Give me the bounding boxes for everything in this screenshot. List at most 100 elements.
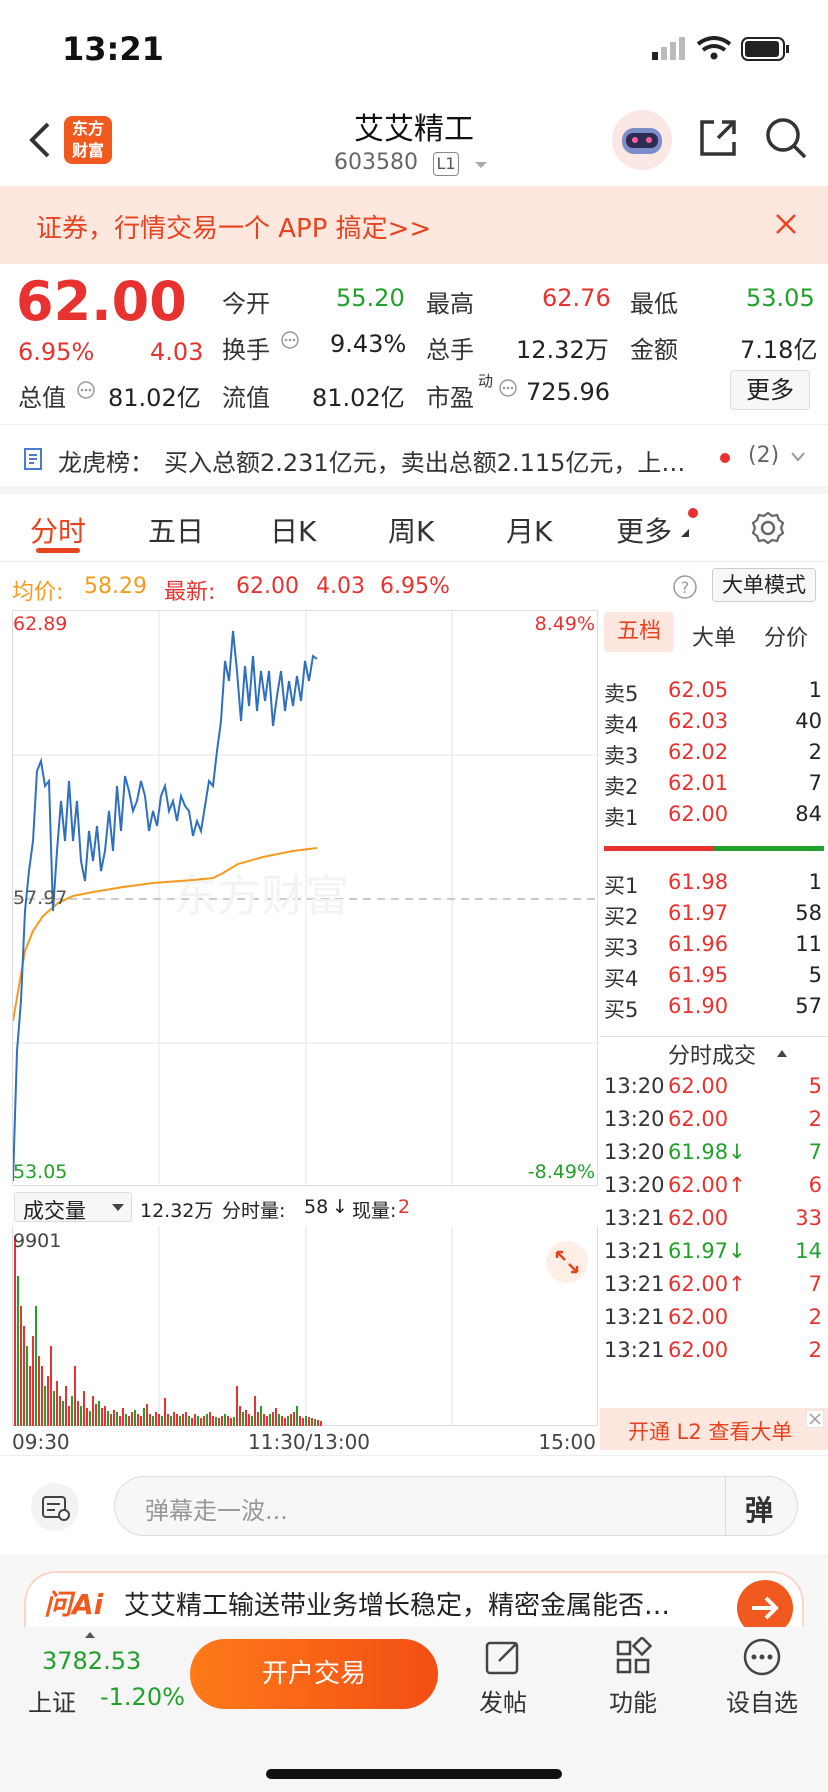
volume-bar [248, 1414, 250, 1426]
quote-panel: 62.00 6.95% 4.03 总值 81.02亿 今开 55.20 最高 6… [0, 264, 828, 424]
barrage-settings-icon[interactable] [30, 1482, 80, 1532]
volume-bar [254, 1396, 256, 1426]
volume-bar [317, 1420, 319, 1426]
help-icon[interactable]: ? [672, 574, 698, 600]
close-icon[interactable] [806, 1410, 824, 1428]
gear-icon[interactable] [750, 510, 786, 546]
chevron-down-icon[interactable] [474, 160, 488, 170]
l2-promo[interactable]: 开通 L2 查看大单 [600, 1408, 828, 1450]
volume-bar [197, 1416, 199, 1426]
float-cap: 81.02亿 [312, 384, 405, 412]
svg-text:?: ? [681, 578, 690, 597]
volume-bar [89, 1411, 91, 1426]
volume-bar [218, 1418, 220, 1426]
volume-bar [269, 1414, 271, 1426]
tab-price-split[interactable]: 分价 [764, 620, 808, 652]
bid-volume: 5 [808, 963, 822, 987]
index-pct[interactable]: -1.20% [100, 1683, 185, 1711]
volume-bar [224, 1414, 226, 1426]
add-watchlist-button[interactable]: 设自选 [722, 1637, 802, 1718]
volume-bar [149, 1414, 151, 1426]
tab-month-k[interactable]: 月K [506, 510, 552, 550]
volume-bar [47, 1376, 49, 1426]
info-icon[interactable] [498, 378, 518, 398]
more-button[interactable]: 更多 [730, 370, 810, 410]
tab-week-k[interactable]: 周K [388, 510, 434, 550]
volume-bar [164, 1398, 166, 1426]
divider [600, 1036, 828, 1037]
volume-bar [242, 1412, 244, 1426]
volume-bar [209, 1412, 211, 1426]
turnover-label: 换手 [222, 336, 270, 364]
volume-selector-label: 成交量 [23, 1199, 86, 1223]
tick-time: 13:21 [604, 1338, 665, 1362]
home-indicator [266, 1769, 562, 1779]
share-icon[interactable] [696, 116, 740, 160]
chevron-down-icon[interactable] [790, 451, 806, 463]
ask-row[interactable]: 卖1 62.00 84 [600, 796, 828, 832]
volume-bar [299, 1416, 301, 1426]
promo-banner[interactable]: 证券，行情交易一个 APP 搞定>> [0, 186, 828, 264]
tab-five-level[interactable]: 五档 [604, 612, 674, 652]
more-circle-icon [743, 1638, 781, 1676]
index-name[interactable]: 上证 [28, 1683, 76, 1718]
down-arrow-icon: ↓ [332, 1196, 348, 1218]
close-icon[interactable] [774, 212, 798, 236]
function-label: 功能 [609, 1689, 657, 1717]
volume-bar [206, 1414, 208, 1426]
info-icon[interactable] [76, 380, 96, 400]
volume-bar [116, 1412, 118, 1426]
barrage-toggle-button[interactable]: 弹 [745, 1489, 773, 1529]
bid-price: 61.98 [668, 870, 729, 894]
tab-day-k[interactable]: 日K [270, 510, 316, 550]
l2-promo-text: 开通 L2 查看大单 [628, 1420, 793, 1444]
volume-selector[interactable]: 成交量 [14, 1192, 132, 1223]
tick-time: 13:21 [604, 1305, 665, 1329]
pe-superscript: 动 [478, 372, 494, 390]
expand-icon[interactable] [545, 1240, 589, 1284]
search-icon[interactable] [764, 116, 808, 160]
tab-five-day[interactable]: 五日 [148, 510, 204, 550]
axis-bottom-price: 53.05 [13, 1161, 68, 1183]
volume-bar [215, 1417, 217, 1426]
volume-bar [230, 1418, 232, 1426]
level-badge[interactable]: L1 [433, 152, 459, 176]
volume-bar [221, 1416, 223, 1426]
bid-price: 61.97 [668, 901, 729, 925]
tab-more[interactable]: 更多 [616, 510, 672, 550]
post-button[interactable]: 发帖 [468, 1637, 538, 1718]
index-value[interactable]: 3782.53 [42, 1647, 141, 1675]
volume-bar [20, 1306, 22, 1426]
volume-bar [128, 1416, 130, 1426]
bid-volume: 11 [795, 932, 822, 956]
function-button[interactable]: 功能 [598, 1635, 668, 1718]
volume-chart[interactable]: 9901 [12, 1226, 598, 1426]
intraday-chart[interactable]: 东方财富 62.89 8.49% 57.97 53.05 -8.49% [12, 610, 599, 1187]
open-account-trade-button[interactable]: 开户交易 [190, 1639, 438, 1709]
arrow-right-icon[interactable] [736, 1579, 794, 1627]
volume-bar [131, 1412, 133, 1426]
volume-bar [281, 1416, 283, 1426]
open-label: 今开 [222, 290, 270, 318]
tab-intraday[interactable]: 分时 [30, 510, 86, 550]
tick-row: 13:20 62.00 2 [600, 1101, 828, 1137]
tab-big-order[interactable]: 大单 [692, 620, 736, 652]
dragon-tiger-row[interactable]: 龙虎榜： 买入总额2.231亿元，卖出总额2.115亿元，上… (2) [0, 424, 828, 494]
bid-row[interactable]: 买5 61.90 57 [600, 988, 828, 1024]
volume-bar [287, 1416, 289, 1426]
robot-avatar-icon[interactable] [610, 108, 674, 172]
volume-bar [188, 1416, 190, 1426]
info-icon[interactable] [280, 330, 300, 350]
volume-bar [98, 1401, 100, 1426]
intraday-chart-svg: 东方财富 [13, 611, 599, 1187]
total-cap-label: 总值 [18, 384, 66, 412]
avg-value: 58.29 [84, 574, 147, 599]
ticks-title[interactable]: 分时成交 [668, 1038, 756, 1070]
ai-bar[interactable]: 问Ai 艾艾精工输送带业务增长稳定，精密金属能否… [0, 1555, 828, 1635]
big-order-mode-button[interactable]: 大单模式 [712, 568, 816, 602]
barrage-input[interactable]: 弹幕走一波... 弹 [114, 1476, 798, 1536]
chevron-up-icon[interactable] [776, 1048, 788, 1058]
status-bar: 13:21 [0, 0, 828, 100]
axis-mid-price: 57.97 [13, 887, 68, 909]
tick-price: 62.00 [668, 1074, 729, 1098]
